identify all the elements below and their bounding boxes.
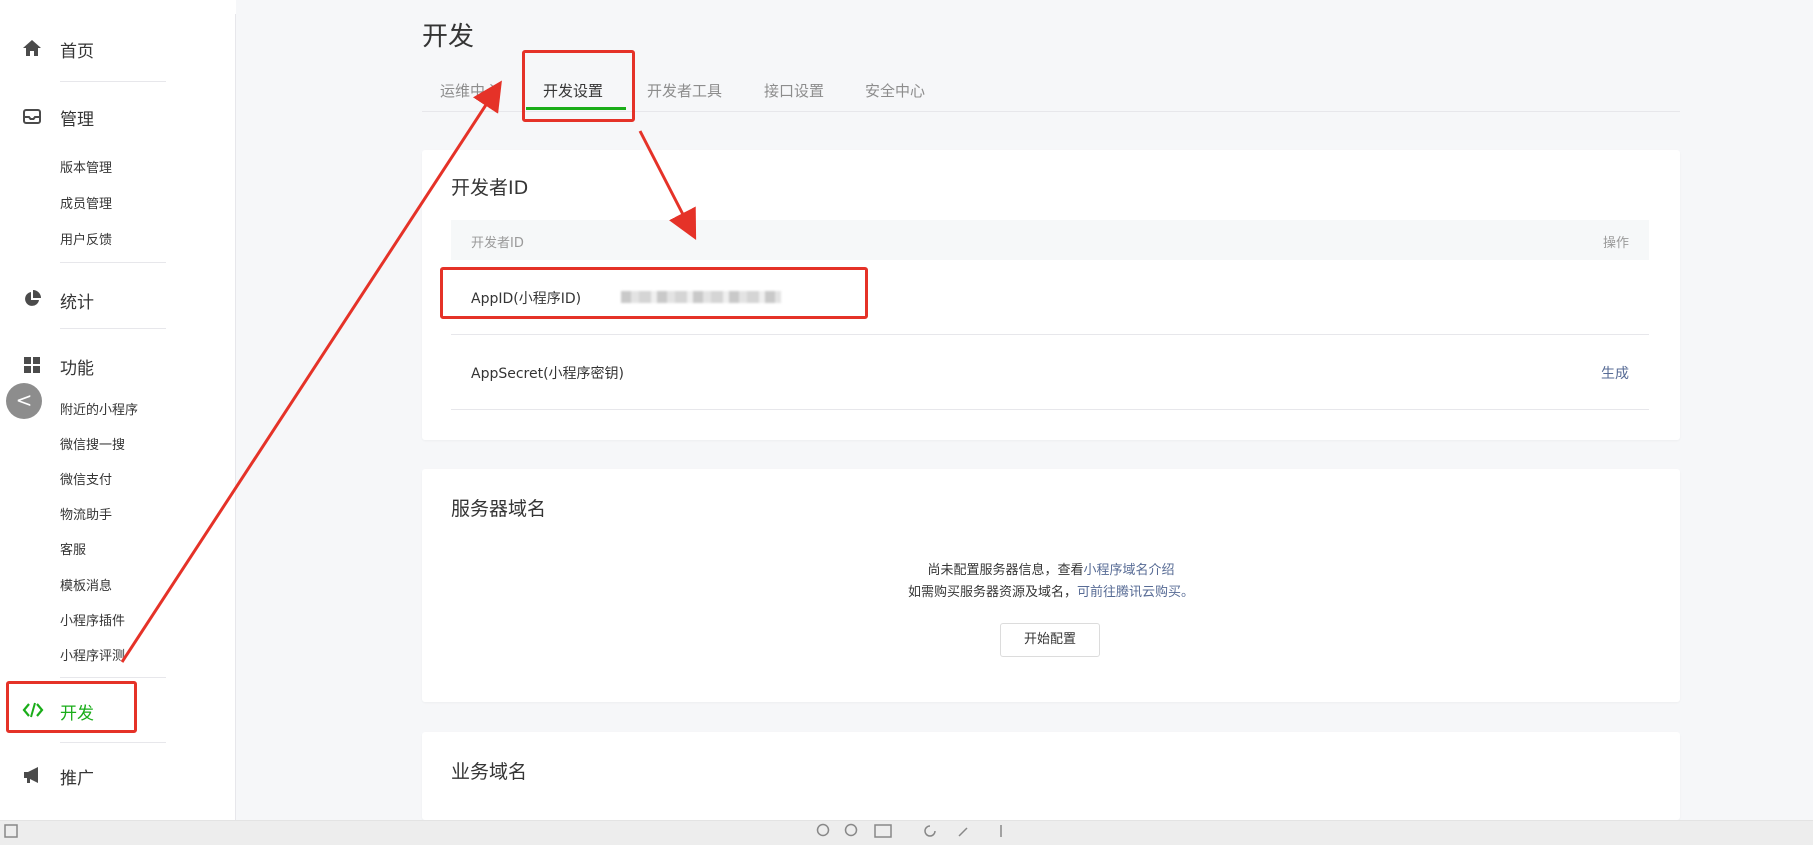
tab-ops-center[interactable]: 运维中心	[440, 80, 500, 101]
pie-chart-icon	[22, 289, 42, 309]
sidebar-item-features[interactable]: 功能	[0, 345, 236, 385]
sidebar-subitem-search[interactable]: 微信搜一搜	[60, 434, 125, 453]
sidebar-subitem-nearby[interactable]: 附近的小程序	[60, 399, 138, 418]
column-header-name: 开发者ID	[471, 236, 524, 251]
business-domain-card: 业务域名	[422, 732, 1680, 820]
sidebar-item-label: 推广	[60, 769, 94, 789]
server-domain-card: 服务器域名 尚未配置服务器信息，查看小程序域名介绍 如需购买服务器资源及域名，可…	[422, 469, 1680, 702]
fit-window-icon[interactable]	[874, 823, 892, 843]
server-note: 尚未配置服务器信息，查看小程序域名介绍	[422, 560, 1680, 582]
page-title: 开发	[422, 22, 475, 52]
megaphone-icon	[22, 765, 42, 785]
start-config-button[interactable]: 开始配置	[1000, 623, 1100, 657]
divider	[60, 262, 166, 263]
table-header: 开发者ID 操作	[451, 220, 1649, 260]
sidebar-subitem-plugin[interactable]: 小程序插件	[60, 610, 125, 629]
window-icon[interactable]	[4, 823, 18, 842]
divider	[60, 328, 166, 329]
sidebar-subitem-service[interactable]: 客服	[60, 539, 86, 558]
zoom-out-icon[interactable]	[816, 823, 832, 843]
sidebar-item-label: 首页	[60, 42, 94, 62]
sidebar-subitem-review[interactable]: 小程序评测	[60, 645, 125, 664]
tencent-cloud-link[interactable]: 可前往腾讯云购买。	[1077, 585, 1194, 600]
sidebar-item-label: 管理	[60, 110, 94, 130]
sidebar-subitem-template[interactable]: 模板消息	[60, 575, 112, 594]
tab-api-settings[interactable]: 接口设置	[764, 80, 824, 101]
sidebar-item-label: 统计	[60, 293, 94, 313]
buy-note: 如需购买服务器资源及域名，可前往腾讯云购买。	[422, 582, 1680, 604]
more-icon[interactable]	[996, 823, 1006, 843]
card-title: 业务域名	[451, 761, 528, 783]
card-title: 服务器域名	[451, 498, 547, 520]
annotation-box-develop	[6, 681, 137, 733]
viewer-toolbar	[0, 820, 1813, 845]
sidebar-subitem-logistics[interactable]: 物流助手	[60, 504, 112, 523]
sidebar-item-label: 功能	[60, 359, 94, 379]
domain-intro-link[interactable]: 小程序域名介绍	[1084, 563, 1175, 578]
sidebar-subitem-feedback[interactable]: 用户反馈	[60, 229, 112, 248]
sidebar-subitem-members[interactable]: 成员管理	[60, 193, 112, 212]
tab-security-center[interactable]: 安全中心	[865, 80, 925, 101]
sidebar-item-manage[interactable]: 管理	[0, 96, 236, 136]
chevron-left-icon: <	[15, 388, 33, 412]
sidebar-border	[235, 14, 236, 820]
tab-dev-tools[interactable]: 开发者工具	[647, 80, 722, 101]
sidebar-item-home[interactable]: 首页	[0, 28, 236, 68]
edit-icon[interactable]	[956, 823, 972, 843]
annotation-box-appid	[440, 267, 868, 319]
sidebar-item-promote[interactable]: 推广	[0, 755, 236, 795]
divider	[60, 81, 166, 82]
collapse-sidebar-button[interactable]: <	[6, 383, 42, 419]
server-note-text: 尚未配置服务器信息，查看	[927, 563, 1084, 578]
annotation-box-tab	[522, 50, 635, 122]
table-row-appsecret: AppSecret(小程序密钥) 生成	[451, 335, 1649, 410]
home-icon	[22, 38, 42, 58]
inbox-icon	[22, 106, 42, 126]
grid-icon	[22, 355, 42, 375]
appsecret-label: AppSecret(小程序密钥)	[471, 366, 625, 382]
zoom-in-icon[interactable]	[844, 823, 860, 843]
sidebar-subitem-pay[interactable]: 微信支付	[60, 469, 112, 488]
card-title: 开发者ID	[451, 177, 529, 199]
generate-secret-link[interactable]: 生成	[1601, 363, 1629, 383]
buy-note-text: 如需购买服务器资源及域名，	[907, 585, 1077, 600]
divider	[60, 677, 166, 678]
rotate-icon[interactable]	[922, 823, 938, 843]
divider	[60, 742, 166, 743]
sidebar-item-stats[interactable]: 统计	[0, 279, 236, 319]
column-header-action: 操作	[1602, 236, 1629, 251]
sidebar-subitem-version[interactable]: 版本管理	[60, 157, 112, 176]
